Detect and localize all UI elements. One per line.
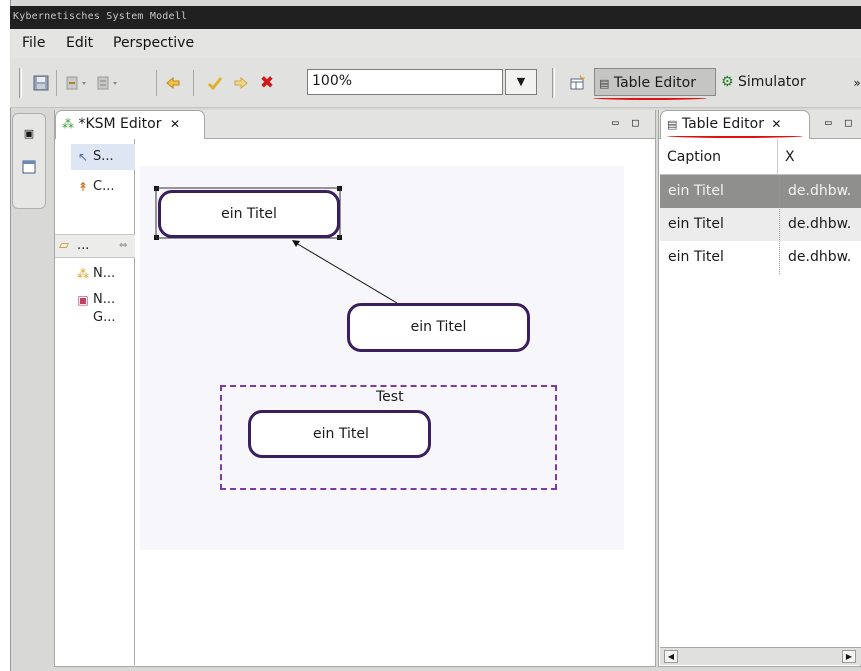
- minimize-icon[interactable]: ▭: [825, 116, 832, 129]
- column-header-caption[interactable]: Caption: [660, 139, 778, 175]
- diagram-node[interactable]: ein Titel: [158, 190, 340, 238]
- table-icon: ▤: [667, 118, 678, 131]
- connection-line: [295, 242, 398, 304]
- tab-label: Table Editor: [681, 116, 764, 132]
- highlight-underline: [667, 134, 803, 138]
- node-label: ein Titel: [410, 319, 467, 335]
- group-label: Test: [376, 389, 404, 405]
- node-label: ein Titel: [313, 426, 369, 442]
- table-cell-caption: ein Titel: [668, 249, 724, 265]
- table-cell-caption: ein Titel: [668, 183, 724, 199]
- maximize-icon[interactable]: □: [845, 116, 852, 129]
- table-row[interactable]: ein Titel de.dhbw.: [660, 241, 861, 274]
- table-cell-x: de.dhbw.: [788, 183, 852, 199]
- node-label: ein Titel: [221, 206, 277, 222]
- table-cell-x: de.dhbw.: [788, 216, 852, 232]
- table-cell-x: de.dhbw.: [788, 249, 852, 265]
- diagram-node[interactable]: ein Titel: [248, 410, 431, 458]
- connection-arrowhead: [292, 240, 300, 247]
- diagram-node[interactable]: ein Titel: [347, 303, 530, 352]
- scroll-right-icon[interactable]: ▶: [842, 650, 856, 663]
- table-row[interactable]: ein Titel de.dhbw.: [660, 175, 861, 208]
- table-cell-caption: ein Titel: [668, 216, 724, 232]
- table-row[interactable]: ein Titel de.dhbw.: [660, 208, 861, 241]
- column-divider: [779, 175, 780, 274]
- table-editor-table: Caption X ein Titel de.dhbw. ein Titel d…: [660, 139, 861, 665]
- scroll-left-icon[interactable]: ◀: [664, 650, 678, 663]
- close-icon[interactable]: ✕: [771, 117, 781, 131]
- horizontal-scrollbar[interactable]: ◀ ▶: [660, 647, 861, 665]
- column-header-x[interactable]: X: [778, 139, 861, 175]
